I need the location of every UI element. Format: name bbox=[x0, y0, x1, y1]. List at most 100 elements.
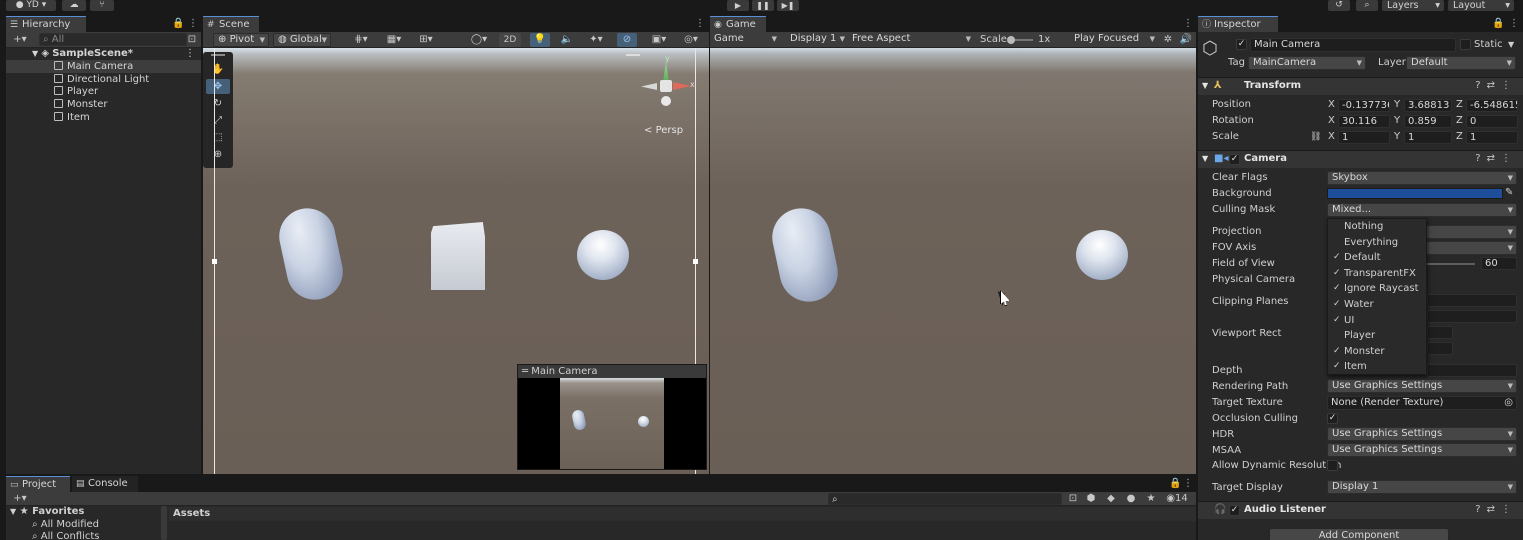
kebab-menu-icon[interactable]: ⋮ bbox=[1509, 18, 1519, 29]
hdr-dropdown[interactable]: Use Graphics Settings ▼ bbox=[1327, 427, 1517, 441]
camera-enabled-checkbox[interactable]: ✓ bbox=[1229, 154, 1240, 165]
kebab-menu-icon[interactable]: ⋮ bbox=[1501, 504, 1517, 515]
msaa-dropdown[interactable]: Use Graphics Settings ▼ bbox=[1327, 443, 1517, 457]
collab-button[interactable]: ⑂ bbox=[90, 0, 114, 11]
scale-slider-thumb[interactable] bbox=[1007, 36, 1015, 44]
lighting-icon[interactable]: 💡 bbox=[530, 33, 550, 47]
pivot-dropdown[interactable]: ⊕ Pivot ▼ bbox=[213, 33, 269, 47]
step-button[interactable]: ▶❚ bbox=[777, 0, 799, 11]
component-actions[interactable]: ?⇄⋮ bbox=[1475, 80, 1517, 91]
layout-dropdown[interactable]: Layout ▾ bbox=[1448, 0, 1514, 11]
camera-preview-overlay[interactable]: ═ Main Camera bbox=[517, 364, 707, 470]
scene-viewport[interactable]: ✋ ✥ ↻ ⤢ ⬚ ⊕ x y < Persp ═ Main Camera bbox=[203, 48, 709, 474]
culling-mask-option[interactable]: ✓ Water bbox=[1328, 297, 1426, 312]
overlay-handle[interactable] bbox=[626, 54, 640, 56]
clipping-far-field[interactable] bbox=[1427, 310, 1517, 323]
kebab-menu-icon[interactable]: ⋮ bbox=[1501, 80, 1517, 91]
2d-toggle[interactable]: 2D bbox=[499, 33, 521, 47]
tab-inspector[interactable]: ⓘ Inspector bbox=[1198, 16, 1278, 32]
preset-icon[interactable]: ⇄ bbox=[1487, 504, 1501, 515]
kebab-menu-icon[interactable]: ⋮ bbox=[1183, 478, 1193, 489]
package-visibility-icon[interactable]: ● bbox=[1124, 492, 1138, 506]
audio-icon[interactable]: 🔈 bbox=[557, 33, 577, 47]
game-mode-dropdown[interactable]: Game ▼ bbox=[710, 33, 780, 47]
search-button[interactable]: ⌕ bbox=[1356, 0, 1378, 11]
hidden-objects-icon[interactable]: ⊘ bbox=[617, 33, 637, 47]
layer-dropdown[interactable]: Default ▼ bbox=[1406, 56, 1516, 70]
help-icon[interactable]: ? bbox=[1475, 504, 1486, 515]
target-display-dropdown[interactable]: Display 1 ▼ bbox=[1327, 480, 1517, 494]
scene-root-row[interactable]: ▼ ◈ SampleScene* ⋮ bbox=[6, 47, 201, 60]
grid-snap-icon[interactable]: ⋕▾ bbox=[348, 33, 374, 47]
culling-mask-option[interactable]: ✓ Default bbox=[1328, 250, 1426, 265]
game-viewport[interactable] bbox=[710, 48, 1196, 474]
stats-icon[interactable]: ✲ bbox=[1160, 33, 1176, 47]
camera-icon[interactable]: ▣▾ bbox=[646, 33, 672, 47]
favorites-header[interactable]: ▼ ★ Favorites bbox=[10, 506, 84, 518]
help-icon[interactable]: ? bbox=[1475, 153, 1486, 164]
rect-tool[interactable]: ⬚ bbox=[206, 130, 230, 145]
kebab-menu-icon[interactable]: ⋮ bbox=[1501, 153, 1517, 164]
audio-listener-header[interactable]: 🎧 ✓ Audio Listener ?⇄⋮ bbox=[1198, 501, 1523, 519]
target-texture-field[interactable]: None (Render Texture) ◎ bbox=[1327, 396, 1517, 410]
object-picker-icon[interactable]: ◎ bbox=[1504, 397, 1513, 408]
lock-icon[interactable]: 🔒 bbox=[1169, 478, 1181, 489]
rotation-y-field[interactable]: 0.859 bbox=[1404, 115, 1452, 128]
culling-mask-dropdown[interactable]: Mixed... ▼ bbox=[1327, 203, 1517, 217]
help-icon[interactable]: ? bbox=[1475, 80, 1486, 91]
mute-audio-icon[interactable]: 🔊 bbox=[1178, 33, 1194, 47]
account-button[interactable]: ● YD ▾ bbox=[6, 0, 56, 11]
increment-snap-icon[interactable]: ⊞▾ bbox=[413, 33, 439, 47]
transform-tool[interactable]: ⊕ bbox=[206, 147, 230, 162]
background-color-field[interactable] bbox=[1327, 188, 1503, 199]
global-dropdown[interactable]: ◍ Global ▼ bbox=[273, 33, 331, 47]
culling-mask-option[interactable]: ✓ UI bbox=[1328, 313, 1426, 328]
culling-mask-option[interactable]: ✓ Ignore Raycast bbox=[1328, 281, 1426, 296]
layers-dropdown[interactable]: Layers ▾ bbox=[1382, 0, 1444, 11]
dynamic-resolution-checkbox[interactable] bbox=[1327, 460, 1338, 471]
scale-tool[interactable]: ⤢ bbox=[206, 113, 230, 128]
hand-tool[interactable]: ✋ bbox=[206, 62, 230, 77]
effects-icon[interactable]: ✦▾ bbox=[583, 33, 609, 47]
neg-x-axis-cone[interactable] bbox=[641, 83, 657, 90]
hierarchy-item[interactable]: Monster bbox=[6, 98, 201, 111]
y-axis-cone[interactable] bbox=[663, 62, 669, 82]
tab-game[interactable]: ◉ Game bbox=[710, 16, 766, 32]
viewport-w-field[interactable] bbox=[1427, 342, 1453, 355]
favorite-star-icon[interactable]: ★ bbox=[1144, 492, 1158, 506]
add-object-button[interactable]: +▾ bbox=[9, 33, 31, 47]
pause-button[interactable]: ❚❚ bbox=[752, 0, 774, 11]
culling-mask-option[interactable]: Everything bbox=[1328, 235, 1426, 250]
position-y-field[interactable]: 3.68813 bbox=[1404, 99, 1452, 112]
position-z-field[interactable]: -6.548615 bbox=[1466, 99, 1518, 112]
culling-mask-option[interactable]: Nothing bbox=[1328, 219, 1426, 234]
history-button[interactable]: ↺ bbox=[1328, 0, 1350, 11]
component-actions[interactable]: ?⇄⋮ bbox=[1475, 504, 1517, 515]
monster-sphere[interactable] bbox=[577, 230, 629, 280]
kebab-menu-icon[interactable]: ⋮ bbox=[1183, 18, 1193, 29]
culling-mask-option[interactable]: ✓ Item bbox=[1328, 359, 1426, 374]
kebab-menu-icon[interactable]: ⋮ bbox=[695, 18, 705, 29]
scale-x-field[interactable]: 1 bbox=[1338, 131, 1390, 144]
favorite-all-modified[interactable]: ⌕ All Modified bbox=[32, 519, 99, 531]
eyedropper-icon[interactable]: ✎ bbox=[1505, 186, 1513, 200]
tab-project[interactable]: ▭ Project bbox=[6, 476, 70, 492]
constrain-proportions-icon[interactable]: ⛓ bbox=[1310, 130, 1321, 144]
draw-mode-icon[interactable]: ◯▾ bbox=[466, 33, 492, 47]
aspect-dropdown[interactable]: Free Aspect ▼ bbox=[848, 33, 974, 47]
preset-icon[interactable]: ⇄ bbox=[1487, 153, 1501, 164]
rotation-z-field[interactable]: 0 bbox=[1466, 115, 1518, 128]
viewport-x-field[interactable] bbox=[1427, 326, 1453, 339]
player-capsule[interactable] bbox=[274, 203, 348, 305]
item-cube[interactable] bbox=[431, 222, 485, 290]
component-actions[interactable]: ?⇄⋮ bbox=[1475, 153, 1517, 164]
gizmos-icon[interactable]: ◎▾ bbox=[677, 33, 705, 47]
kebab-menu-icon[interactable]: ⋮ bbox=[188, 18, 198, 29]
culling-mask-option[interactable]: Player bbox=[1328, 328, 1426, 343]
camera-header[interactable]: ▼ ■◂ ✓ Camera ?⇄⋮ bbox=[1198, 150, 1523, 168]
add-component-button[interactable]: Add Component bbox=[1269, 528, 1449, 540]
assets-label[interactable]: Assets bbox=[173, 507, 210, 521]
z-axis-ball[interactable] bbox=[661, 96, 671, 106]
clipping-near-field[interactable] bbox=[1427, 294, 1517, 307]
clear-flags-dropdown[interactable]: Skybox ▼ bbox=[1327, 171, 1517, 185]
